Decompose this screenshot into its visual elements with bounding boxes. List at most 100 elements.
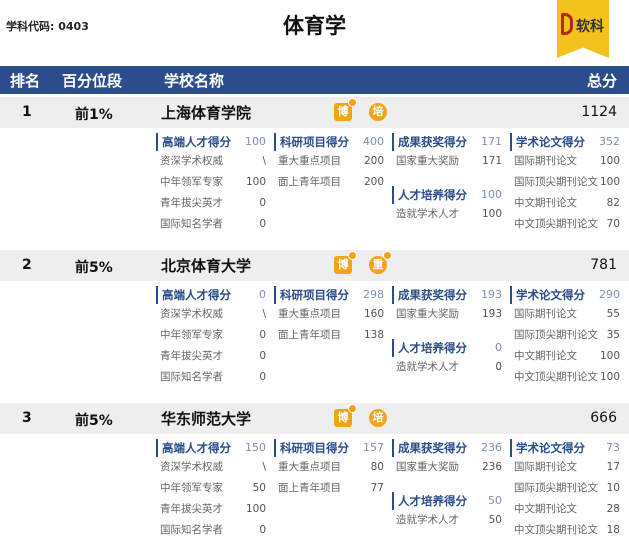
column-header: 排名 百分位段 学校名称 总分	[0, 66, 629, 94]
score-detail-row: 面上青年项目 138	[278, 329, 384, 341]
score-column-awards: 成果获奖得分 236 国家重大奖励 236 人才培养得分 50 造就学术人才 50	[392, 439, 502, 531]
badge-label: 培	[372, 411, 384, 424]
badge-icon[interactable]: 博	[334, 404, 357, 427]
score-title[interactable]: 高端人才得分 150	[156, 439, 266, 457]
score-title[interactable]: 学术论文得分 73	[510, 439, 620, 457]
score-column-research: 科研项目得分 400 重大重点项目 200 面上青年项目 200	[274, 133, 384, 193]
score-detail-row: 中文顶尖期刊论文 100	[514, 371, 620, 383]
score-value: 150	[245, 441, 266, 454]
score-column-research: 科研项目得分 298 重大重点项目 160 面上青年项目 138	[274, 286, 384, 346]
score-title[interactable]: 人才培养得分 50	[392, 492, 502, 510]
info-dot-icon	[383, 251, 392, 260]
badge-icon[interactable]: 重	[369, 251, 392, 274]
score-title[interactable]: 学术论文得分 290	[510, 286, 620, 304]
score-value: 400	[363, 135, 384, 148]
score-detail-row: 国际期刊论文 55	[514, 308, 620, 320]
score-detail-row: 资深学术权威 \	[160, 461, 266, 473]
score-detail-row: 国家重大奖励 193	[396, 308, 502, 320]
column-percentile[interactable]: 百分位段	[62, 70, 122, 91]
score-title[interactable]: 成果获奖得分 171	[392, 133, 502, 151]
score-value: 0	[259, 288, 266, 301]
score-title[interactable]: 高端人才得分 0	[156, 286, 266, 304]
score-column-papers: 学术论文得分 290 国际期刊论文 55 国际顶尖期刊论文 35 中文期刊论文 100 中文顶尖…	[510, 286, 620, 388]
score-detail-row: 中年领军专家 50	[160, 482, 266, 494]
badge-icon[interactable]: 博	[334, 98, 357, 121]
score-detail-row: 青年拔尖英才 100	[160, 503, 266, 515]
badge-icon[interactable]: 培	[369, 409, 387, 427]
score-detail-row: 国家重大奖励 171	[396, 155, 502, 167]
column-school[interactable]: 学校名称	[164, 70, 224, 91]
school-name-link[interactable]: 华东师范大学	[161, 408, 251, 429]
badge-label: 博	[337, 105, 349, 118]
score-title[interactable]: 成果获奖得分 193	[392, 286, 502, 304]
score-detail-row: 造就学术人才 50	[396, 514, 502, 526]
total-score: 1124	[581, 104, 617, 120]
info-dot-icon	[348, 251, 357, 260]
info-dot-icon	[348, 404, 357, 413]
score-detail-row: 重大重点项目 80	[278, 461, 384, 473]
score-title[interactable]: 科研项目得分 157	[274, 439, 384, 457]
school-header-row[interactable]: 3 前5% 华东师范大学 博 培 666	[0, 403, 629, 434]
score-column-talent: 高端人才得分 0 资深学术权威 \ 中年领军专家 0 青年拔尖英才 0 国际知名学者 0	[156, 286, 266, 388]
percentile-value: 前5%	[75, 260, 113, 276]
page-title: 体育学	[283, 14, 346, 38]
brand-name: 软科	[576, 19, 604, 35]
score-detail-row: 资深学术权威 \	[160, 155, 266, 167]
score-detail-row: 国际知名学者 0	[160, 371, 266, 383]
score-title[interactable]: 科研项目得分 298	[274, 286, 384, 304]
rank-value: 2	[22, 257, 32, 273]
top-header: 学科代码: 0403 体育学 软科	[0, 0, 629, 64]
score-title[interactable]: 科研项目得分 400	[274, 133, 384, 151]
score-column-research: 科研项目得分 157 重大重点项目 80 面上青年项目 77	[274, 439, 384, 499]
badge-label: 培	[372, 105, 384, 118]
column-rank[interactable]: 排名	[10, 70, 40, 91]
score-title[interactable]: 学术论文得分 352	[510, 133, 620, 151]
score-title[interactable]: 高端人才得分 100	[156, 133, 266, 151]
score-column-talent: 高端人才得分 100 资深学术权威 \ 中年领军专家 100 青年拔尖英才 0 国际知名学者 0	[156, 133, 266, 235]
score-detail-row: 青年拔尖英才 0	[160, 197, 266, 209]
score-value: 50	[488, 494, 502, 507]
score-column-papers: 学术论文得分 352 国际期刊论文 100 国际顶尖期刊论文 100 中文期刊论文 82 中文顶…	[510, 133, 620, 235]
rank-value: 1	[22, 104, 32, 120]
school-name-link[interactable]: 上海体育学院	[161, 102, 251, 123]
column-total[interactable]: 总分	[587, 70, 617, 91]
score-value: 100	[481, 188, 502, 201]
score-detail-row: 国际期刊论文 17	[514, 461, 620, 473]
score-value: 171	[481, 135, 502, 148]
rank-value: 3	[22, 410, 32, 426]
score-detail-row: 中年领军专家 100	[160, 176, 266, 188]
score-title[interactable]: 人才培养得分 100	[392, 186, 502, 204]
badge-icon[interactable]: 培	[369, 103, 387, 121]
score-value: 100	[245, 135, 266, 148]
brand-logo-icon	[561, 13, 573, 35]
percentile-value: 前1%	[75, 107, 113, 123]
score-detail-row: 中文顶尖期刊论文 18	[514, 524, 620, 536]
school-header-row[interactable]: 2 前5% 北京体育大学 博 重 781	[0, 250, 629, 281]
score-detail-row: 中文期刊论文 100	[514, 350, 620, 362]
score-detail-row: 资深学术权威 \	[160, 308, 266, 320]
score-detail-row: 青年拔尖英才 0	[160, 350, 266, 362]
school-name-link[interactable]: 北京体育大学	[161, 255, 251, 276]
score-detail-row: 国际知名学者 0	[160, 524, 266, 536]
score-value: 352	[599, 135, 620, 148]
score-column-talent: 高端人才得分 150 资深学术权威 \ 中年领军专家 50 青年拔尖英才 100 国际知名学者 0	[156, 439, 266, 541]
total-score: 666	[590, 410, 617, 426]
info-dot-icon	[348, 98, 357, 107]
score-detail-row: 中文期刊论文 82	[514, 197, 620, 209]
percentile-value: 前5%	[75, 413, 113, 429]
score-value: 290	[599, 288, 620, 301]
score-title[interactable]: 成果获奖得分 236	[392, 439, 502, 457]
score-detail-row: 中文顶尖期刊论文 70	[514, 218, 620, 230]
score-detail-row: 造就学术人才 100	[396, 208, 502, 220]
score-detail-row: 造就学术人才 0	[396, 361, 502, 373]
score-title[interactable]: 人才培养得分 0	[392, 339, 502, 357]
school-header-row[interactable]: 1 前1% 上海体育学院 博 培 1124	[0, 97, 629, 128]
badge-label: 博	[337, 411, 349, 424]
score-detail-row: 国际知名学者 0	[160, 218, 266, 230]
badge-icon[interactable]: 博	[334, 251, 357, 274]
score-detail-row: 国际顶尖期刊论文 35	[514, 329, 620, 341]
score-value: 193	[481, 288, 502, 301]
score-value: 0	[495, 341, 502, 354]
score-detail-row: 面上青年项目 77	[278, 482, 384, 494]
score-value: 236	[481, 441, 502, 454]
